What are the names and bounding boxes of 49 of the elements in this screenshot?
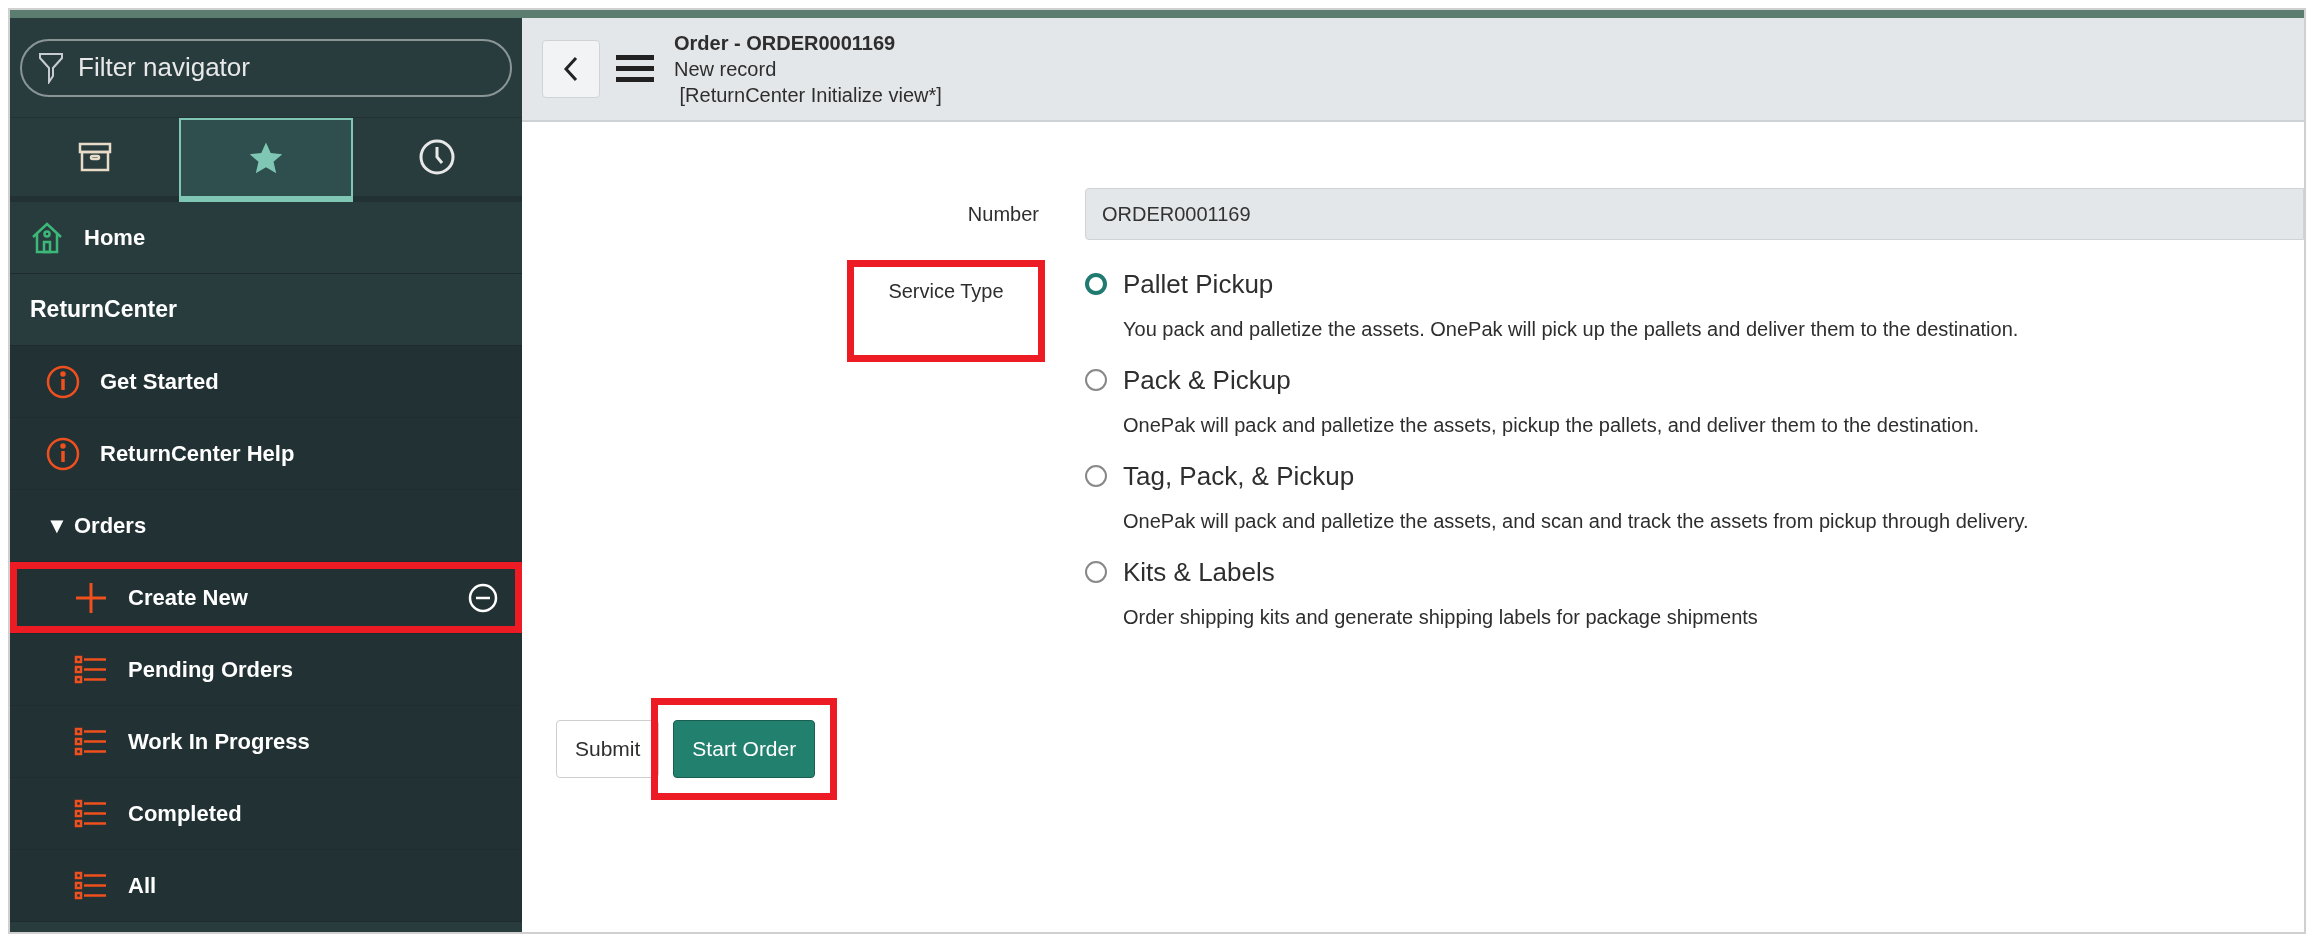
radio-option[interactable]: Tag, Pack, & Pickup bbox=[1085, 458, 2029, 494]
view-name: [ReturnCenter Initialize view*] bbox=[678, 83, 942, 108]
option-description: OnePak will pack and palletize the assets, pickup the pallets, and deliver them to the destination. bbox=[1122, 413, 1981, 438]
nav-item[interactable]: Home bbox=[10, 202, 522, 273]
nav-tab[interactable] bbox=[179, 118, 353, 202]
list-icon bbox=[74, 654, 108, 685]
nav-item[interactable]: Create New bbox=[10, 562, 522, 633]
radio-option[interactable]: Kits & Labels bbox=[1085, 554, 2029, 590]
info-icon bbox=[46, 364, 80, 399]
section-heading: ReturnCenter bbox=[30, 295, 177, 325]
record-title: Order - ORDER0001169 bbox=[674, 31, 897, 56]
nav-item[interactable]: Completed bbox=[10, 778, 522, 849]
clock-icon bbox=[418, 138, 457, 176]
caret-icon: ▼ bbox=[46, 509, 66, 542]
list-icon bbox=[74, 870, 108, 901]
menu-icon[interactable] bbox=[616, 55, 654, 83]
nav-item[interactable]: Pending Orders bbox=[10, 634, 522, 705]
option-description: Order shipping kits and generate shipping labels for package shipments bbox=[1122, 605, 1759, 630]
star-icon bbox=[248, 141, 284, 175]
back-button[interactable] bbox=[542, 40, 600, 98]
filter-field[interactable]: Filter navigator bbox=[20, 38, 512, 97]
field-label: Service Type bbox=[888, 279, 1004, 304]
radio-button[interactable] bbox=[1085, 273, 1107, 295]
filter-icon bbox=[38, 51, 64, 84]
plus-icon bbox=[74, 580, 108, 615]
nav-item[interactable]: ReturnCenter Help bbox=[10, 418, 522, 489]
archive-box-icon bbox=[77, 142, 112, 172]
chevron-left-icon bbox=[563, 56, 579, 82]
nav-item[interactable]: All bbox=[10, 850, 522, 921]
option-description: OnePak will pack and palletize the assets, and scan and track the assets from pickup through delivery. bbox=[1122, 509, 2029, 534]
radio-option[interactable]: Pallet Pickup bbox=[1085, 266, 2029, 302]
number-field[interactable]: ORDER0001169 bbox=[1085, 188, 2304, 240]
house-icon bbox=[30, 220, 64, 255]
form-button[interactable]: Start Order bbox=[673, 720, 816, 778]
record-subtitle: New record bbox=[674, 57, 778, 82]
list-icon bbox=[74, 726, 108, 757]
radio-button[interactable] bbox=[1085, 369, 1107, 391]
radio-option[interactable]: Pack & Pickup bbox=[1085, 362, 2029, 398]
radio-button[interactable] bbox=[1085, 465, 1107, 487]
field-label: Number bbox=[967, 202, 1039, 227]
list-icon bbox=[74, 798, 108, 829]
info-icon bbox=[46, 436, 80, 471]
form-button[interactable]: Submit bbox=[556, 720, 660, 778]
nav-item[interactable]: Work In Progress bbox=[10, 706, 522, 777]
option-description: You pack and palletize the assets. OnePak will pick up the pallets and deliver them to the destination. bbox=[1122, 317, 2020, 342]
minus-circle-icon[interactable] bbox=[468, 582, 498, 613]
nav-item[interactable]: ▼ Orders bbox=[10, 490, 522, 561]
nav-item[interactable]: Get Started bbox=[10, 346, 522, 417]
radio-button[interactable] bbox=[1085, 561, 1107, 583]
